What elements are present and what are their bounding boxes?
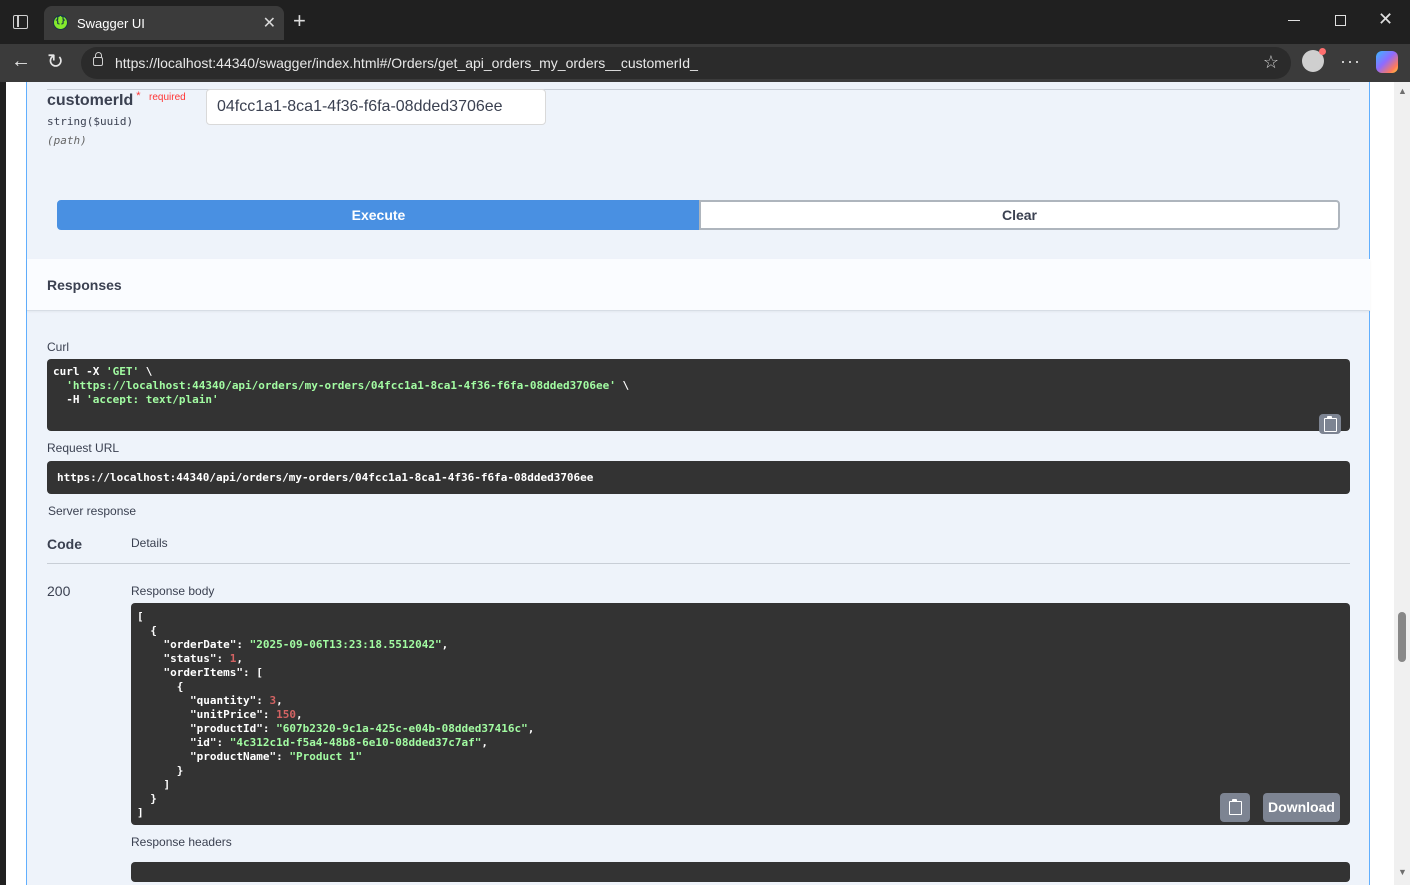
response-headers-label: Response headers <box>131 835 232 849</box>
address-bar[interactable]: https://localhost:44340/swagger/index.ht… <box>81 47 1291 79</box>
order-date-value: "2025-09-06T13:23:18.5512042" <box>249 638 442 651</box>
item-id-value: "4c312c1d-f5a4-48b8-6e10-08dded37c7af" <box>229 736 482 749</box>
request-url-label: Request URL <box>47 441 120 455</box>
product-name-value: "Product 1" <box>289 750 363 763</box>
response-table-divider <box>47 563 1350 564</box>
status-value: 1 <box>229 652 237 665</box>
customer-id-input[interactable] <box>206 89 546 125</box>
curl-url: 'https://localhost:44340/api/orders/my-o… <box>66 379 616 392</box>
required-star: * <box>136 90 141 102</box>
browser-tab-bar: Swagger UI ✕ + ✕ <box>0 0 1410 44</box>
curl-line2-end: \ <box>615 379 630 392</box>
responses-title: Responses <box>47 277 122 293</box>
unit-price-value: 150 <box>276 708 296 721</box>
page-scrollbar[interactable]: ▲ ▼ <box>1394 82 1410 885</box>
scroll-down-icon[interactable]: ▼ <box>1398 867 1407 877</box>
copilot-icon[interactable] <box>1376 51 1398 73</box>
tab-title: Swagger UI <box>77 16 145 31</box>
tab-close-icon[interactable]: ✕ <box>263 13 276 33</box>
server-response-label: Server response <box>48 504 137 518</box>
curl-code-block[interactable]: curl -X 'GET' \ 'https://localhost:44340… <box>47 359 1350 431</box>
favorite-star-icon[interactable]: ☆ <box>1263 52 1279 73</box>
response-headers-block[interactable] <box>131 862 1350 882</box>
request-url-value[interactable]: https://localhost:44340/api/orders/my-or… <box>47 461 1350 494</box>
maximize-icon[interactable] <box>1335 15 1346 26</box>
parameter-type: string($uuid) <box>47 115 134 128</box>
curl-label: Curl <box>47 340 70 354</box>
status-code: 200 <box>47 583 71 599</box>
product-id-value: "607b2320-9c1a-425c-e04b-08dded37416c" <box>276 722 528 735</box>
profile-avatar-icon[interactable] <box>1302 48 1326 72</box>
scrollbar-thumb[interactable] <box>1398 612 1406 662</box>
parameter-name: customerId * <box>47 90 141 110</box>
execute-button[interactable]: Execute <box>57 200 700 230</box>
responses-header: Responses <box>27 259 1370 311</box>
new-tab-icon[interactable]: + <box>293 9 306 33</box>
sidebar-toggle-icon[interactable] <box>13 15 28 29</box>
parameter-name-text: customerId <box>47 92 134 109</box>
details-column-header: Details <box>131 536 168 550</box>
curl-header: 'accept: text/plain' <box>86 393 219 406</box>
curl-line3: -H <box>53 393 87 406</box>
quantity-value: 3 <box>269 694 277 707</box>
scroll-up-icon[interactable]: ▲ <box>1398 86 1407 96</box>
browser-tab[interactable]: Swagger UI ✕ <box>44 6 284 40</box>
download-button[interactable]: Download <box>1263 793 1340 822</box>
reload-icon[interactable]: ↻ <box>47 49 64 74</box>
response-body-label: Response body <box>131 584 215 598</box>
curl-line1-end: \ <box>139 365 153 378</box>
back-arrow-icon[interactable]: ← <box>11 50 31 73</box>
page-viewport: customerId * required string($uuid) (path… <box>6 82 1394 885</box>
operation-block: customerId * required string($uuid) (path… <box>26 82 1370 885</box>
copy-response-icon[interactable] <box>1220 793 1250 822</box>
copy-curl-icon[interactable] <box>1319 414 1341 434</box>
code-column-header: Code <box>47 536 82 552</box>
parameter-location: (path) <box>47 134 87 147</box>
window-close-icon[interactable]: ✕ <box>1378 9 1393 30</box>
curl-line1: curl -X <box>53 365 106 378</box>
browser-toolbar: ← ↻ https://localhost:44340/swagger/inde… <box>0 44 1410 82</box>
required-label: required <box>149 92 186 103</box>
lock-icon[interactable] <box>93 52 103 66</box>
clear-button[interactable]: Clear <box>699 200 1340 230</box>
curl-method: 'GET' <box>105 365 140 378</box>
minimize-icon[interactable] <box>1288 20 1300 22</box>
response-body-block[interactable]: [ { "orderDate": "2025-09-06T13:23:18.55… <box>131 603 1350 825</box>
more-menu-icon[interactable]: ··· <box>1340 51 1361 72</box>
address-url[interactable]: https://localhost:44340/swagger/index.ht… <box>115 55 698 71</box>
swagger-favicon-icon <box>53 15 68 30</box>
